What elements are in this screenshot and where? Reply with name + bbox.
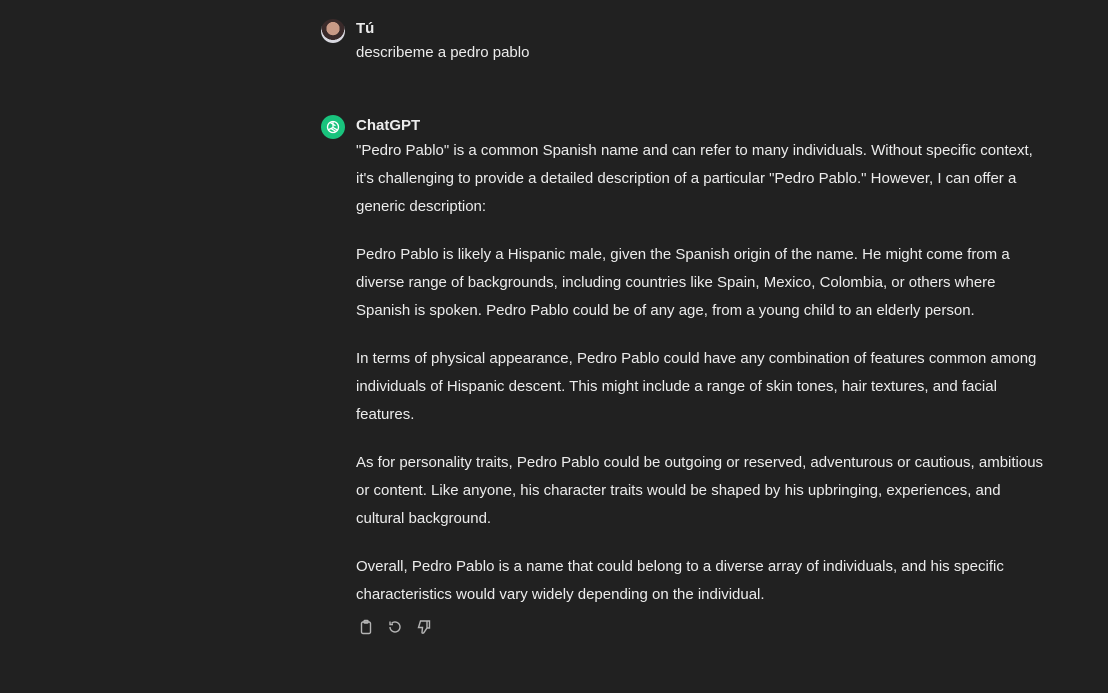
regenerate-button[interactable] [385,617,404,636]
message-actions [356,617,433,636]
user-author: Tú [356,20,375,37]
paragraph: Overall, Pedro Pablo is a name that coul… [356,558,1004,603]
copy-button[interactable] [356,617,375,636]
assistant-message-text: "Pedro Pablo" is a common Spanish name a… [356,137,1051,609]
clipboard-icon [360,619,371,634]
paragraph: "Pedro Pablo" is a common Spanish name a… [356,142,1033,215]
thumbs-down-icon [417,619,430,634]
assistant-message: ChatGPT "Pedro Pablo" is a common Spanis… [321,115,1051,645]
chatgpt-logo-icon [321,115,345,139]
user-avatar [321,19,345,43]
assistant-author: ChatGPT [356,117,421,134]
thumbs-down-button[interactable] [414,617,433,636]
paragraph: As for personality traits, Pedro Pablo c… [356,454,1044,527]
regenerate-icon [388,620,401,633]
paragraph: Pedro Pablo is likely a Hispanic male, g… [356,246,1010,319]
user-message: Tú describeme a pedro pablo [321,19,1051,69]
user-message-text: describeme a pedro pablo [356,44,530,61]
paragraph: In terms of physical appearance, Pedro P… [356,350,1037,423]
